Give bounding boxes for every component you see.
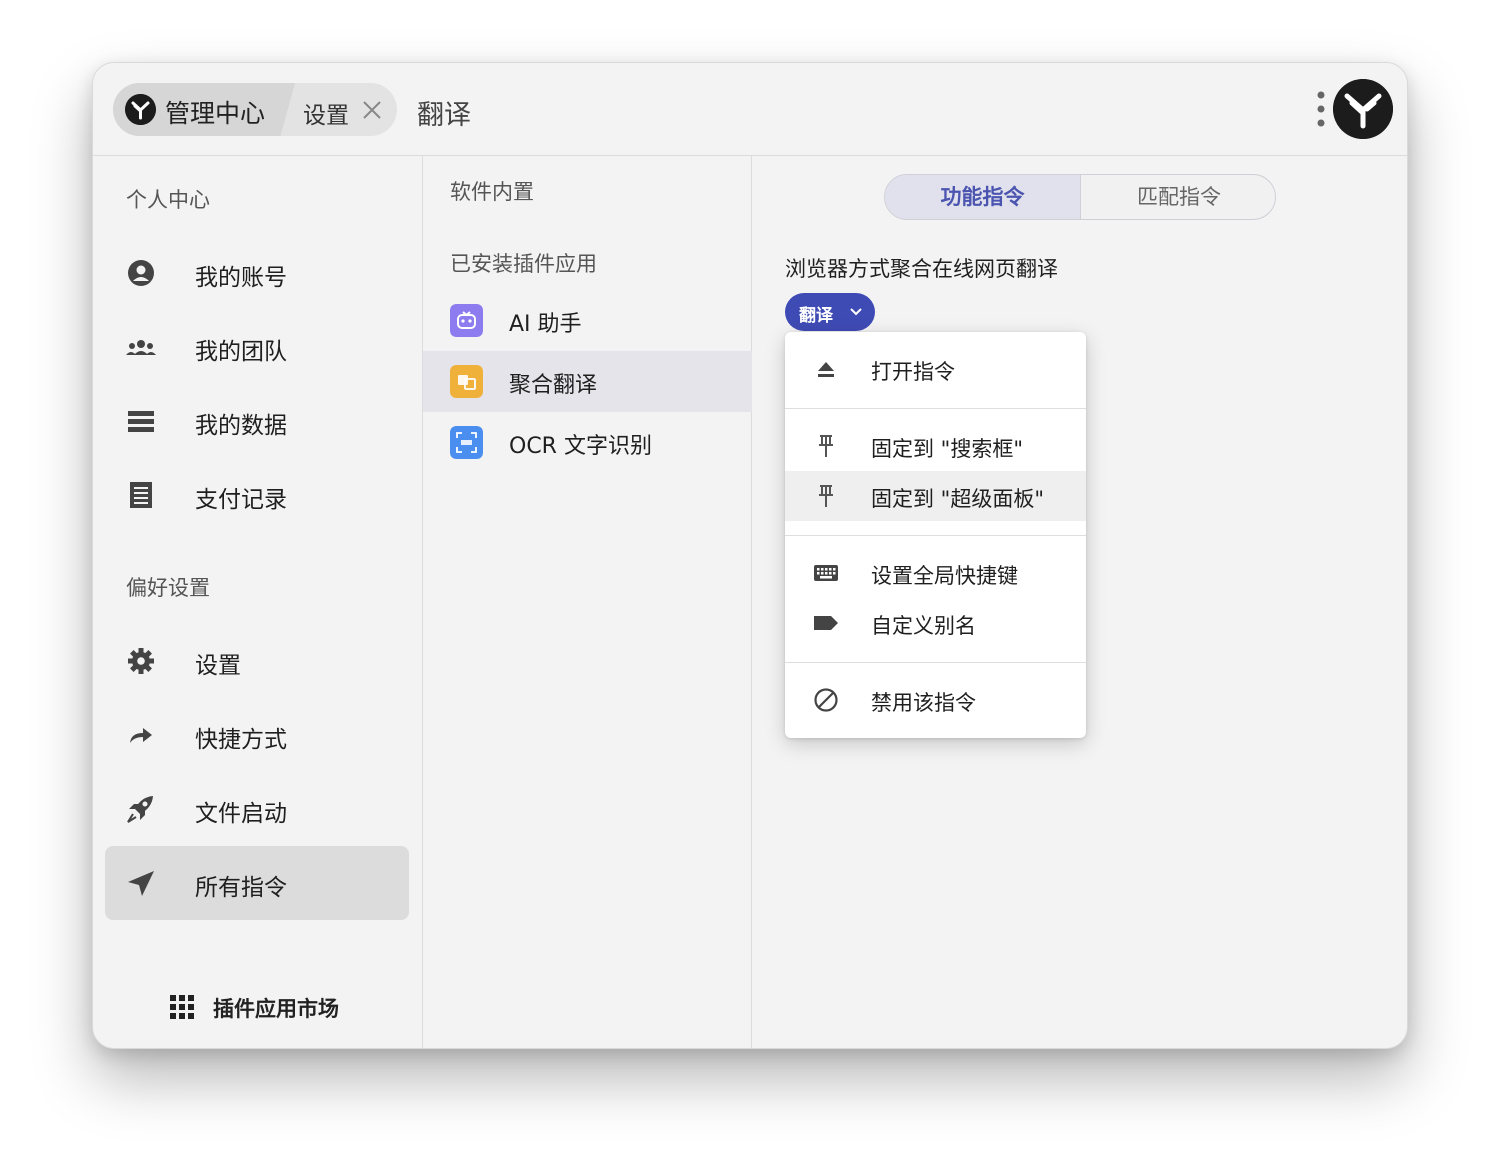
chevron-down-icon — [850, 308, 862, 316]
section-personal: 个人中心 — [126, 188, 210, 212]
menu-item-label: 固定到 "搜索框" — [871, 437, 1023, 461]
breadcrumb-settings-label[interactable]: 设置 — [303, 96, 349, 130]
robot-icon — [450, 304, 483, 337]
sidebar-item-label: 支付记录 — [195, 487, 287, 513]
rocket-icon — [127, 796, 153, 823]
plugin-item-translate[interactable]: 聚合翻译 — [423, 351, 752, 412]
label-tag-icon — [814, 616, 838, 630]
plugin-list: 软件内置 已安装插件应用 AI 助手 聚合翻译 OCR 文字识别 — [423, 156, 752, 1048]
plugin-item-ocr[interactable]: OCR 文字识别 — [423, 412, 752, 473]
breadcrumb: 管理中心 设置 — [113, 83, 397, 136]
menu-item-global-hotkey[interactable]: 设置全局快捷键 — [785, 548, 1086, 598]
more-vertical-icon[interactable] — [1314, 90, 1328, 128]
sidebar-item-label: 所有指令 — [195, 875, 287, 901]
menu-item-label: 禁用该指令 — [871, 691, 976, 715]
plugin-market-label: 插件应用市场 — [213, 997, 339, 1021]
account-circle-icon — [128, 260, 154, 286]
sidebar-item-team[interactable]: 我的团队 — [105, 310, 409, 384]
sidebar-item-label: 文件启动 — [195, 801, 287, 827]
menu-item-alias[interactable]: 自定义别名 — [785, 598, 1086, 648]
command-chip-label: 翻译 — [799, 306, 833, 326]
command-chip[interactable]: 翻译 — [785, 293, 875, 331]
sidebar-item-account[interactable]: 我的账号 — [105, 236, 409, 310]
sidebar-item-label: 我的团队 — [195, 339, 287, 365]
send-icon — [128, 871, 154, 896]
eject-icon — [818, 362, 834, 377]
plugin-item-ai-assistant[interactable]: AI 助手 — [423, 290, 752, 351]
command-title: 浏览器方式聚合在线网页翻译 — [785, 257, 1058, 281]
block-icon — [814, 688, 838, 712]
plugin-label: 聚合翻译 — [509, 373, 598, 398]
section-preferences: 偏好设置 — [126, 576, 210, 600]
section-builtin[interactable]: 软件内置 — [450, 176, 534, 206]
command-context-menu: 打开指令 固定到 "搜索框" 固定到 "超级面板" 设置全局快捷键 自定义别名 … — [785, 332, 1086, 738]
data-list-icon — [128, 411, 154, 432]
command-type-toggle: 功能指令 匹配指令 — [884, 174, 1276, 220]
menu-item-label: 打开指令 — [871, 360, 955, 384]
menu-item-pin-search[interactable]: 固定到 "搜索框" — [785, 421, 1086, 471]
section-installed: 已安装插件应用 — [450, 252, 597, 276]
keyboard-icon — [814, 565, 838, 581]
menu-item-pin-panel[interactable]: 固定到 "超级面板" — [785, 471, 1086, 521]
pin-icon — [819, 485, 833, 507]
sidebar-item-label: 我的数据 — [195, 413, 287, 439]
grid-icon — [170, 995, 194, 1019]
sidebar-item-shortcuts[interactable]: 快捷方式 — [105, 698, 409, 772]
breadcrumb-home-label: 管理中心 — [165, 99, 266, 128]
breadcrumb-home[interactable]: 管理中心 — [113, 83, 295, 136]
page-title: 翻译 — [417, 100, 471, 131]
app-window: 管理中心 设置 翻译 个人中心 我的账号 我的团队 我的数据 支付记录 偏好设置… — [92, 62, 1408, 1049]
sidebar-item-settings[interactable]: 设置 — [105, 624, 409, 698]
command-panel: 功能指令 匹配指令 浏览器方式聚合在线网页翻译 翻译 打开指令 固定到 "搜索框… — [752, 156, 1407, 1048]
sidebar-item-label: 设置 — [195, 653, 241, 679]
app-logo-icon — [125, 94, 156, 125]
pin-icon — [819, 435, 833, 457]
menu-item-open-command[interactable]: 打开指令 — [785, 344, 1086, 394]
menu-item-disable[interactable]: 禁用该指令 — [785, 675, 1086, 725]
ocr-scan-icon — [450, 426, 483, 459]
plugin-market-button[interactable]: 插件应用市场 — [169, 986, 369, 1026]
menu-divider — [785, 535, 1086, 536]
menu-item-label: 自定义别名 — [871, 614, 976, 638]
plugin-label: OCR 文字识别 — [509, 434, 652, 459]
sidebar-item-data[interactable]: 我的数据 — [105, 384, 409, 458]
sidebar: 个人中心 我的账号 我的团队 我的数据 支付记录 偏好设置 设置 快捷方式 文件… — [93, 156, 423, 1048]
translate-icon — [450, 365, 483, 398]
tab-match-commands[interactable]: 匹配指令 — [1081, 175, 1275, 219]
menu-item-label: 设置全局快捷键 — [871, 564, 1018, 588]
gear-icon — [128, 648, 154, 674]
plugin-label: AI 助手 — [509, 312, 582, 337]
team-icon — [126, 340, 156, 355]
menu-divider — [785, 662, 1086, 663]
sidebar-item-all-commands[interactable]: 所有指令 — [105, 846, 409, 920]
sidebar-item-label: 我的账号 — [195, 265, 287, 291]
share-arrow-icon — [130, 728, 152, 743]
receipt-icon — [130, 482, 152, 508]
app-logo-icon[interactable] — [1333, 79, 1393, 139]
close-icon[interactable] — [360, 98, 384, 122]
sidebar-item-payments[interactable]: 支付记录 — [105, 458, 409, 532]
sidebar-item-file-launch[interactable]: 文件启动 — [105, 772, 409, 846]
title-bar: 管理中心 设置 翻译 — [93, 63, 1407, 156]
tab-function-commands[interactable]: 功能指令 — [885, 175, 1081, 219]
menu-item-label: 固定到 "超级面板" — [871, 487, 1044, 511]
sidebar-item-label: 快捷方式 — [195, 727, 287, 753]
menu-divider — [785, 408, 1086, 409]
